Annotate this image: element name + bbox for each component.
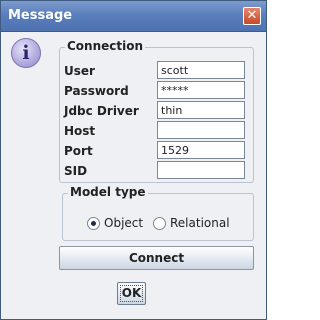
object-radio[interactable] <box>87 217 100 230</box>
user-label: User <box>64 64 95 78</box>
close-button[interactable]: ✕ <box>243 7 261 25</box>
message-dialog: Message ✕ i Connection User Password Jdb… <box>0 0 267 320</box>
jdbc-driver-field[interactable] <box>157 101 245 119</box>
user-field[interactable] <box>157 61 245 79</box>
model-type-group-title: Model type <box>68 185 148 199</box>
relational-radio-label[interactable]: Relational <box>170 216 230 230</box>
port-field[interactable] <box>157 141 245 159</box>
ok-button[interactable]: OK <box>117 282 146 305</box>
host-label: Host <box>64 124 96 138</box>
object-radio-label[interactable]: Object <box>104 216 143 230</box>
close-icon: ✕ <box>246 8 258 23</box>
window-title: Message <box>8 8 73 23</box>
sid-label: SID <box>64 164 88 178</box>
host-field[interactable] <box>157 121 245 139</box>
info-icon: i <box>11 38 41 68</box>
password-label: Password <box>64 84 129 98</box>
connection-group-title: Connection <box>65 39 146 53</box>
sid-field[interactable] <box>157 161 245 179</box>
connect-button[interactable]: Connect <box>59 246 254 270</box>
jdbc-driver-label: Jdbc Driver <box>64 104 139 118</box>
title-bar[interactable]: Message ✕ <box>1 1 266 32</box>
port-label: Port <box>64 144 93 158</box>
password-field[interactable] <box>157 81 245 99</box>
relational-radio[interactable] <box>153 217 166 230</box>
